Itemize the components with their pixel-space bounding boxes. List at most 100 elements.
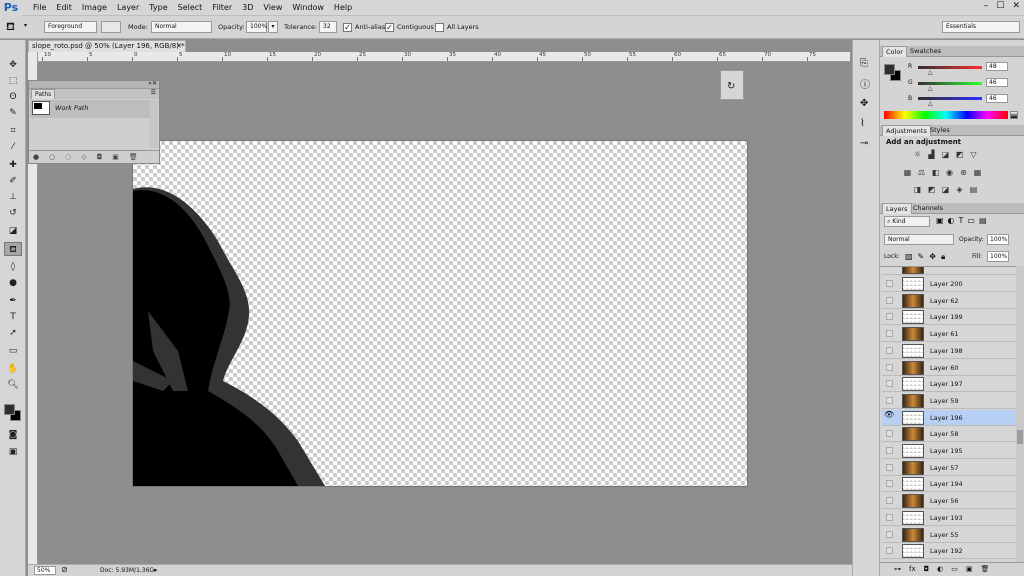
menu-window[interactable]: Window	[292, 3, 324, 12]
layer-row[interactable]: Layer 192	[882, 543, 1016, 560]
pen-tool-icon[interactable]: ✒	[4, 294, 22, 308]
document-canvas[interactable]	[133, 141, 747, 486]
menu-edit[interactable]: Edit	[56, 3, 72, 12]
black-white-icon[interactable]: ◧	[930, 168, 941, 177]
opacity-input[interactable]: 100%	[246, 21, 267, 33]
visibility-toggle[interactable]	[886, 363, 893, 371]
visibility-toggle[interactable]	[886, 380, 893, 388]
make-work-path-icon[interactable]: ◇	[81, 151, 86, 163]
type-tool-icon[interactable]: T	[4, 310, 22, 324]
quick-select-tool-icon[interactable]: ✎	[4, 106, 22, 120]
tab-layers[interactable]: Layers	[882, 203, 912, 214]
visibility-toggle[interactable]	[886, 497, 893, 505]
lock-options-icons[interactable]: ▨✎✥🔒︎	[905, 252, 950, 262]
layer-fill-input[interactable]: 100%	[987, 251, 1009, 262]
new-layer-icon[interactable]: ▣	[966, 563, 973, 576]
paths-tab[interactable]: Paths	[31, 89, 56, 99]
layer-row[interactable]: Layer 194	[882, 476, 1016, 493]
fill-path-icon[interactable]: ●	[33, 151, 39, 163]
brush-presets-icon[interactable]: ✥	[860, 98, 868, 109]
blue-value[interactable]: 46	[986, 94, 1008, 103]
menu-file[interactable]: File	[33, 3, 46, 12]
zoom-tool-icon[interactable]: 🔍︎	[4, 378, 22, 392]
layer-row[interactable]: Layer 62	[882, 292, 1016, 309]
color-lookup-icon[interactable]: ▦	[972, 168, 983, 177]
antialias-checkbox[interactable]: ✓	[343, 23, 352, 32]
menu-view[interactable]: View	[263, 3, 282, 12]
minimize-button[interactable]: –	[984, 1, 989, 11]
visibility-toggle[interactable]	[886, 463, 893, 471]
photo-filter-icon[interactable]: ◉	[944, 168, 955, 177]
brushes-icon[interactable]: ⌇	[860, 118, 865, 129]
mask-icon[interactable]: ◘	[924, 563, 930, 576]
layer-filter-icons[interactable]: ▣◐T▭▤	[936, 216, 991, 225]
adjustment-icon[interactable]: ◐	[937, 563, 943, 576]
visibility-toggle[interactable]	[886, 346, 893, 354]
close-tab-icon[interactable]: ✕	[176, 41, 182, 52]
lasso-tool-icon[interactable]: ʘ	[4, 90, 22, 104]
history-panel-collapsed[interactable]: ↻	[720, 70, 744, 100]
layers-scrollbar-thumb[interactable]	[1017, 430, 1023, 444]
link-icon[interactable]: ⊶	[894, 563, 901, 576]
visibility-toggle[interactable]	[886, 296, 893, 304]
blue-slider-thumb[interactable]: △	[928, 100, 933, 107]
dodge-tool-icon[interactable]: ●	[4, 276, 22, 290]
close-button[interactable]: ✕	[1012, 1, 1020, 11]
visibility-toggle[interactable]	[886, 547, 893, 555]
levels-icon[interactable]: ▟	[926, 150, 937, 159]
menu-layer[interactable]: Layer	[117, 3, 139, 12]
brush-tool-icon[interactable]: ✐	[4, 174, 22, 188]
blend-mode-select[interactable]: Normal	[884, 234, 954, 245]
eraser-tool-icon[interactable]: ◪	[4, 224, 22, 238]
layer-row[interactable]: Layer 57	[882, 459, 1016, 476]
visibility-toggle[interactable]	[886, 313, 893, 321]
path-row-work-path[interactable]: Work Path	[30, 100, 150, 118]
visibility-toggle[interactable]	[886, 513, 893, 521]
layer-row[interactable]: Layer 197	[882, 376, 1016, 393]
foreground-swatch[interactable]	[884, 64, 895, 75]
clone-source-icon[interactable]: ⊸	[860, 138, 868, 149]
status-menu-arrow-icon[interactable]: ▸	[154, 566, 158, 574]
brightness-contrast-icon[interactable]: ☼	[912, 150, 923, 159]
gradient-map-icon[interactable]: ▤	[968, 185, 979, 194]
maximize-button[interactable]: ☐	[996, 1, 1004, 11]
layer-row[interactable]: Layer 56	[882, 493, 1016, 510]
posterize-icon[interactable]: ◩	[926, 185, 937, 194]
layer-row[interactable]: Layer 200	[882, 276, 1016, 292]
tolerance-input[interactable]: 32	[319, 21, 337, 33]
foreground-color-swatch[interactable]	[4, 404, 15, 415]
menu-filter[interactable]: Filter	[212, 3, 232, 12]
tab-swatches[interactable]: Swatches	[907, 46, 944, 57]
selective-color-icon[interactable]: ◈	[954, 185, 965, 194]
vibrance-icon[interactable]: ▽	[968, 150, 979, 159]
exposure-icon[interactable]: ◩	[954, 150, 965, 159]
layers-scrollbar[interactable]	[1016, 266, 1024, 562]
color-balance-icon[interactable]: ⚖	[916, 168, 927, 177]
layer-row[interactable]: Layer 60	[882, 359, 1016, 376]
visibility-toggle[interactable]	[886, 330, 893, 338]
visibility-toggle[interactable]	[886, 430, 893, 438]
paint-bucket-tool-icon[interactable]: ⛾	[4, 242, 22, 256]
shape-tool-icon[interactable]: ▭	[4, 344, 22, 358]
stroke-path-icon[interactable]: ○	[49, 151, 55, 163]
clone-stamp-tool-icon[interactable]: ⊥	[4, 190, 22, 204]
document-tab[interactable]: slope_roto.psd @ 50% (Layer 196, RGB/8) …	[28, 40, 186, 52]
blur-tool-icon[interactable]: ◊	[4, 260, 22, 274]
properties-icon[interactable]: ⓘ	[860, 76, 870, 91]
paths-panel-header[interactable]: »✕	[29, 80, 159, 89]
tab-adjustments[interactable]: Adjustments	[882, 125, 931, 136]
panel-menu-icon[interactable]: ☰	[151, 89, 156, 96]
quick-mask-icon[interactable]: ◙	[4, 428, 22, 442]
layer-row[interactable]: Layer 199	[882, 309, 1016, 326]
healing-brush-tool-icon[interactable]: ✚	[4, 158, 22, 172]
layer-row[interactable]: Layer 195	[882, 443, 1016, 459]
layer-row[interactable]: Layer 59	[882, 392, 1016, 409]
curves-icon[interactable]: ◪	[940, 150, 951, 159]
visibility-toggle[interactable]	[886, 280, 893, 287]
black-white-ramp[interactable]	[1010, 111, 1018, 119]
layer-row[interactable]: 👁︎ Layer 196	[882, 409, 1016, 426]
visibility-toggle[interactable]	[886, 447, 893, 454]
visibility-toggle[interactable]	[886, 396, 893, 404]
fill-source-select[interactable]: Foreground	[44, 21, 97, 33]
fx-icon[interactable]: fx	[909, 563, 916, 576]
